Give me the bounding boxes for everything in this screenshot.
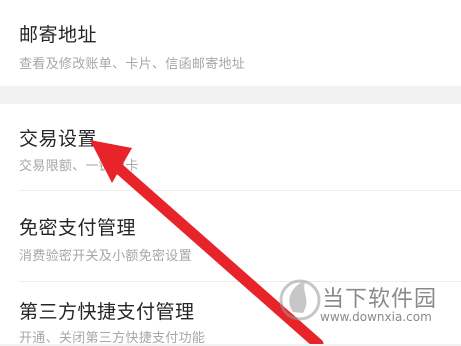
watermark-name: 当下软件园 xyxy=(322,287,438,312)
watermark-url: www.downxia.com xyxy=(320,310,432,324)
